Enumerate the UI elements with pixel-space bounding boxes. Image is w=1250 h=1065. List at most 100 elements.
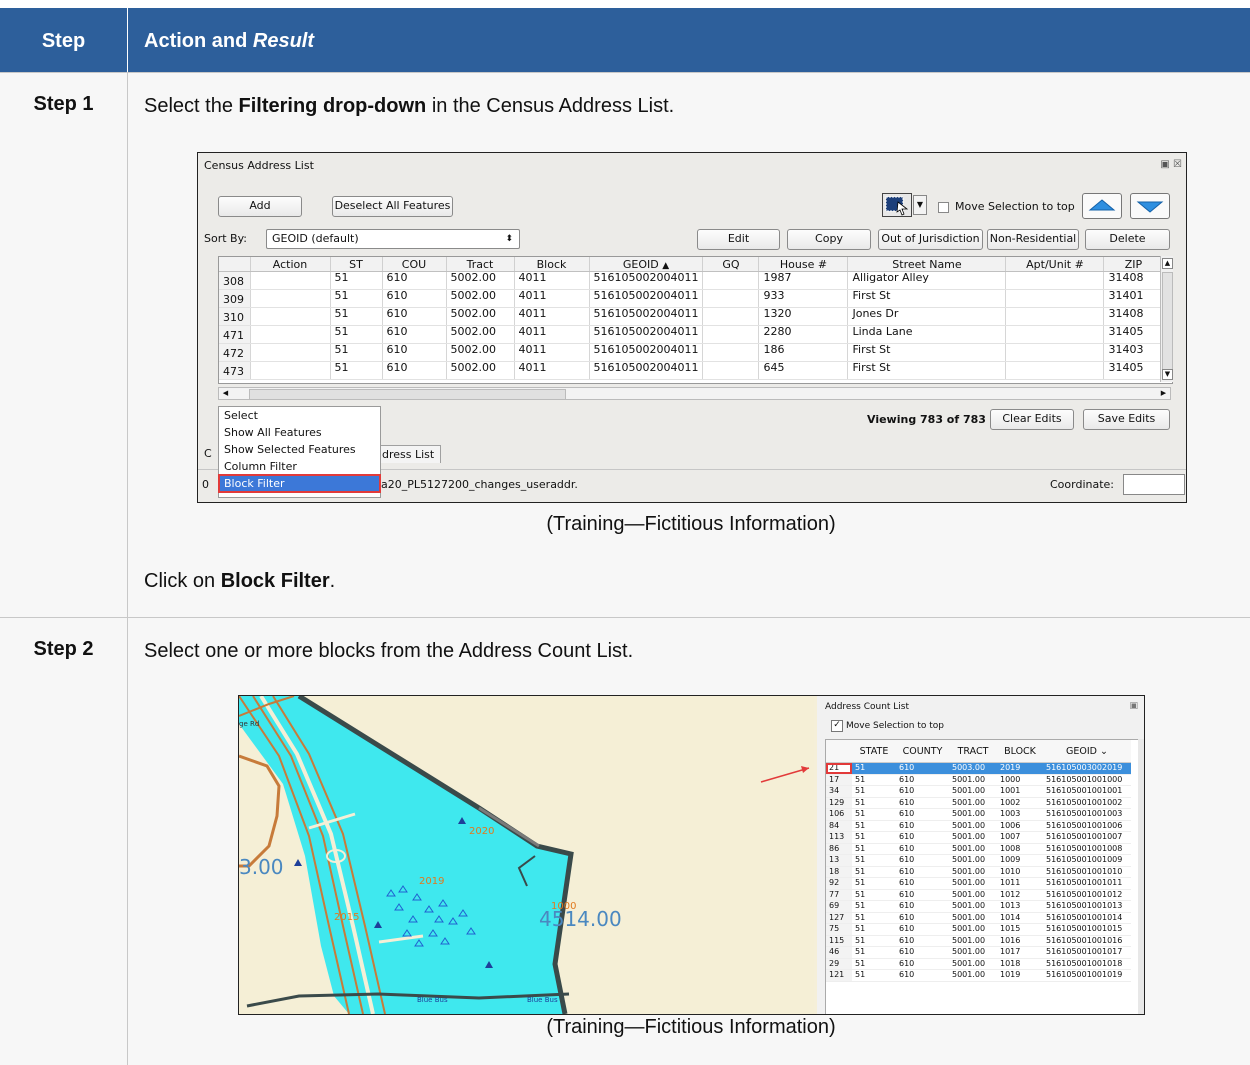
block-map[interactable]: 2020 2019 2015 1000 3.00 4514.00 Blue Bu… (239, 696, 814, 1014)
row-header[interactable]: 121 (826, 969, 852, 982)
table-row[interactable]: 18 51 610 5001.00 1010 516105001001010 (826, 866, 1131, 878)
cell-block[interactable]: 1019 (997, 969, 1043, 982)
cell-action[interactable] (250, 361, 331, 380)
cell-apt[interactable] (1005, 271, 1105, 290)
cell-apt[interactable] (1005, 325, 1105, 344)
cell-county[interactable]: 610 (896, 866, 949, 878)
cell-county[interactable]: 610 (896, 843, 949, 855)
cell-tract[interactable]: 5002.00 (446, 307, 515, 326)
cell-geoid[interactable]: 516105002004011 (589, 271, 704, 290)
cell-state[interactable]: 51 (852, 958, 896, 970)
cell-gq[interactable] (702, 271, 760, 290)
cell-cou[interactable]: 610 (382, 325, 447, 344)
cell-street[interactable]: First St (847, 289, 1007, 308)
row-header[interactable]: 46 (826, 946, 852, 959)
window-controls-icon[interactable]: ▣ ☒ (1160, 159, 1182, 170)
cell-geoid[interactable]: 516105001001019 (1043, 969, 1131, 982)
add-button[interactable]: Add (218, 196, 302, 217)
cell-street[interactable]: First St (847, 343, 1007, 362)
cell-block[interactable]: 1002 (997, 797, 1043, 809)
col-zip[interactable]: ZIP (1103, 257, 1164, 272)
non-residential-button[interactable]: Non-Residential (987, 229, 1079, 250)
table-row[interactable]: 29 51 610 5001.00 1018 516105001001018 (826, 958, 1131, 970)
cell-county[interactable]: 610 (896, 774, 949, 786)
row-header[interactable]: 115 (826, 935, 852, 947)
table-row[interactable]: 310 51 610 5002.00 4011 516105002004011 1320 Jo… (219, 307, 1164, 326)
cell-cou[interactable]: 610 (382, 307, 447, 326)
cell-tract[interactable]: 5002.00 (446, 289, 515, 308)
cell-block[interactable]: 1006 (997, 820, 1043, 832)
table-row[interactable]: 473 51 610 5002.00 4011 516105002004011 645 Fir… (219, 361, 1164, 380)
col-gq[interactable]: GQ (702, 257, 760, 272)
cell-geoid[interactable]: 516105001001014 (1043, 912, 1131, 924)
cell-zip[interactable]: 31408 (1103, 271, 1164, 290)
cell-county[interactable]: 610 (896, 923, 949, 936)
grid-horizontal-scrollbar[interactable]: ◀ ▶ (218, 387, 1171, 400)
cell-state[interactable]: 51 (852, 969, 896, 982)
cell-tract[interactable]: 5001.00 (949, 912, 997, 924)
table-row[interactable]: 471 51 610 5002.00 4011 516105002004011 2280 Li… (219, 325, 1164, 344)
row-header[interactable]: 21 (826, 762, 852, 775)
cell-tract[interactable]: 5001.00 (949, 774, 997, 786)
cell-cou[interactable]: 610 (382, 361, 447, 380)
acl-col-tract[interactable]: TRACT (949, 740, 997, 763)
delete-button[interactable]: Delete (1085, 229, 1170, 250)
cell-block[interactable]: 1008 (997, 843, 1043, 855)
cell-geoid[interactable]: 516105001001009 (1043, 854, 1131, 867)
cell-block[interactable]: 1014 (997, 912, 1043, 924)
cell-state[interactable]: 51 (852, 900, 896, 913)
cell-state[interactable]: 51 (852, 889, 896, 901)
cell-geoid[interactable]: 516105001001018 (1043, 958, 1131, 970)
cell-geoid[interactable]: 516105002004011 (589, 289, 704, 308)
cell-geoid[interactable]: 516105001001003 (1043, 808, 1131, 821)
cell-tract[interactable]: 5002.00 (446, 325, 515, 344)
selection-dropdown-arrow-icon[interactable]: ▼ (913, 195, 927, 215)
scroll-down-icon[interactable]: ▼ (1162, 369, 1173, 380)
selected-table-row[interactable]: 21 51 610 5003.00 2019 516105003002019 (826, 762, 1131, 775)
cell-block[interactable]: 1013 (997, 900, 1043, 913)
scroll-thumb[interactable] (1162, 272, 1173, 370)
cell-apt[interactable] (1005, 361, 1105, 380)
cell-tract[interactable]: 5002.00 (446, 361, 515, 380)
cell-action[interactable] (250, 289, 331, 308)
table-row[interactable]: 113 51 610 5001.00 1007 516105001001007 (826, 831, 1131, 844)
cell-state[interactable]: 51 (852, 946, 896, 959)
cell-county[interactable]: 610 (896, 831, 949, 844)
col-street[interactable]: Street Name (847, 257, 1007, 272)
cell-geoid[interactable]: 516105001001006 (1043, 820, 1131, 832)
save-edits-button[interactable]: Save Edits (1083, 409, 1170, 430)
cell-county[interactable]: 610 (896, 935, 949, 947)
cell-geoid[interactable]: 516105001001007 (1043, 831, 1131, 844)
cell-geoid[interactable]: 516105001001008 (1043, 843, 1131, 855)
cell-block[interactable]: 1000 (997, 774, 1043, 786)
cell-street[interactable]: Alligator Alley (847, 271, 1007, 290)
cell-block[interactable]: 1018 (997, 958, 1043, 970)
cell-tract[interactable]: 5003.00 (949, 762, 997, 775)
move-down-button[interactable] (1130, 193, 1170, 219)
acl-col-state[interactable]: STATE (852, 740, 896, 763)
table-row[interactable]: 69 51 610 5001.00 1013 516105001001013 (826, 900, 1131, 913)
table-row[interactable]: 17 51 610 5001.00 1000 516105001001000 (826, 774, 1131, 786)
table-row[interactable]: 46 51 610 5001.00 1017 516105001001017 (826, 946, 1131, 959)
table-row[interactable]: 115 51 610 5001.00 1016 516105001001016 (826, 935, 1131, 947)
cell-tract[interactable]: 5001.00 (949, 820, 997, 832)
cell-action[interactable] (250, 307, 331, 326)
cell-st[interactable]: 51 (330, 343, 383, 362)
col-geoid[interactable]: GEOID ▲ (589, 257, 704, 272)
cell-tract[interactable]: 5001.00 (949, 900, 997, 913)
cell-block[interactable]: 2019 (997, 762, 1043, 775)
cell-street[interactable]: Linda Lane (847, 325, 1007, 344)
cell-geoid[interactable]: 516105001001011 (1043, 877, 1131, 890)
row-header[interactable]: 471 (219, 325, 251, 344)
cell-tract[interactable]: 5001.00 (949, 889, 997, 901)
cell-geoid[interactable]: 516105001001012 (1043, 889, 1131, 901)
scroll-right-icon[interactable]: ▶ (1158, 388, 1169, 399)
cell-block[interactable]: 1017 (997, 946, 1043, 959)
cell-tract[interactable]: 5001.00 (949, 866, 997, 878)
move-selection-checkbox[interactable] (938, 202, 949, 213)
cell-street[interactable]: First St (847, 361, 1007, 380)
scroll-left-icon[interactable]: ◀ (220, 388, 231, 399)
row-header[interactable]: 473 (219, 361, 251, 380)
copy-button[interactable]: Copy (787, 229, 871, 250)
scroll-up-icon[interactable]: ▲ (1162, 258, 1173, 269)
